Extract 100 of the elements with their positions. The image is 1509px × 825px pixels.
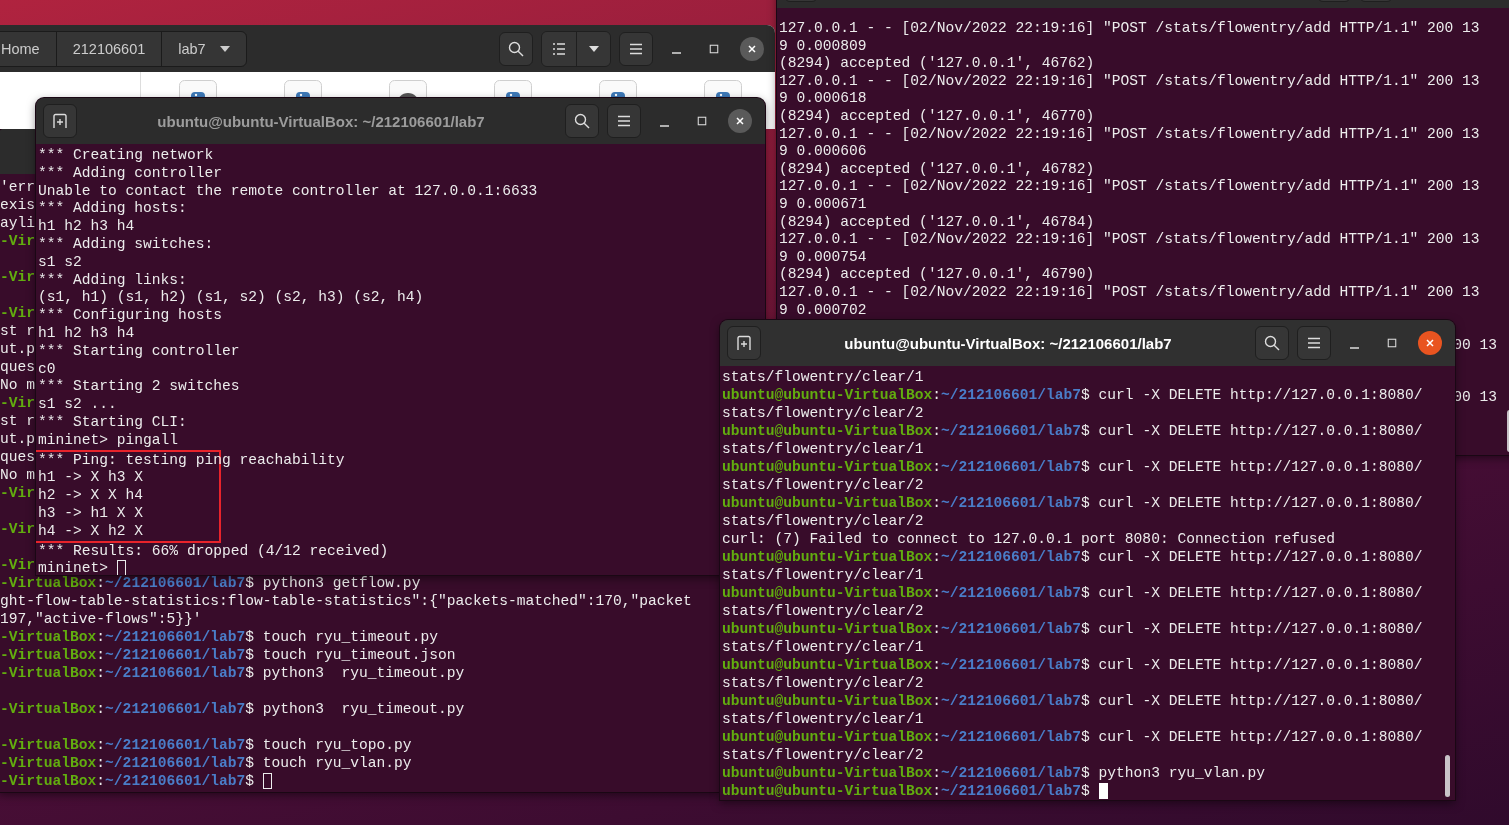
- prompt-line: -Vir: [0, 485, 36, 501]
- python-file-icon[interactable]: [704, 80, 742, 98]
- terminal-line: stats/flowentry/clear/2: [722, 405, 924, 421]
- terminal-line: Unable to contact the remote controller at 127.0.0.1:6633: [38, 182, 538, 199]
- terminal-line: 'err: [0, 179, 36, 195]
- terminal-line: st r: [0, 413, 36, 429]
- python-file-icon[interactable]: [494, 80, 532, 98]
- terminal-line: (s1, h1) (s1, h2) (s1, s2) (s2, h3) (s2, h4): [38, 289, 424, 306]
- search-icon: [574, 113, 590, 129]
- scrollbar-thumb[interactable]: [1445, 755, 1450, 797]
- menu-icon: [1306, 335, 1322, 351]
- terminal-line: h1 -> X h3 X: [38, 469, 144, 486]
- prompt-line: -VirtualBox:~/212106601/lab7$ python3 ryu_timeout.py: [0, 665, 465, 681]
- terminal-line: 127.0.0.1 - - [02/Nov/2022 22:19:16] "POST /stats/flowentry/add HTTP/1.1" 200 13: [779, 125, 1480, 142]
- terminal-line: h3 -> h1 X X: [38, 504, 144, 521]
- terminal-line: st r: [0, 323, 36, 339]
- python-file-icon[interactable]: [599, 80, 637, 98]
- terminal-line: h1 h2 h3 h4: [38, 324, 135, 341]
- terminal-line: 197,"active-flows":5}}': [0, 611, 202, 627]
- search-icon: [508, 40, 524, 57]
- terminal-line: mininet>: [38, 560, 109, 575]
- terminal-line: mininet> pingall: [38, 431, 179, 448]
- prompt-line: -VirtualBox:~/212106601/lab7$ touch ryu_timeout.json: [0, 647, 456, 663]
- terminal-line: c0: [38, 360, 56, 377]
- terminal-line: 9 0.000809: [779, 37, 867, 54]
- terminal-line: 9 0.000702: [779, 301, 867, 318]
- prompt-line: ubuntu@ubuntu-VirtualBox:~/212106601/lab7$ curl -X DELETE http://127.0.0.1:8080/: [722, 495, 1423, 511]
- terminal-line: s1 s2: [38, 253, 82, 270]
- terminal-line: *** Configuring hosts: [38, 307, 222, 324]
- prompt-line: -Vir: [0, 305, 36, 321]
- view-button[interactable]: [542, 31, 576, 66]
- prompt-line: -VirtualBox:~/212106601/lab7$ touch ryu_topo.py: [0, 737, 412, 753]
- terminal-line: (8294) accepted ('127.0.0.1', 46770): [779, 107, 1095, 124]
- terminal-line: ayli: [0, 215, 36, 231]
- prompt-line: ubuntu@ubuntu-VirtualBox:~/212106601/lab7$ curl -X DELETE http://127.0.0.1:8080/: [722, 693, 1423, 709]
- prompt-line: -Vir: [0, 557, 36, 573]
- terminal-line: (8294) accepted ('127.0.0.1', 46790): [779, 266, 1095, 283]
- terminal-line: 127.0.0.1 - - [02/Nov/2022 22:19:16] "POST /stats/flowentry/add HTTP/1.1" 200 13: [779, 72, 1480, 89]
- prompt-line: -Vir: [0, 395, 36, 411]
- prompt-line: -VirtualBox:~/212106601/lab7$ python3 ryu_timeout.py: [0, 701, 465, 717]
- terminal-line: 9 0.000754: [779, 248, 867, 265]
- terminal-line: *** Adding switches:: [38, 236, 214, 252]
- terminal-line: *** Adding hosts:: [38, 200, 187, 217]
- terminal-line: *** Adding controller: [38, 164, 222, 181]
- maximize-icon: [696, 115, 708, 127]
- search-icon: [1264, 335, 1280, 351]
- terminal-line: stats/flowentry/clear/2: [722, 513, 924, 529]
- prompt-line: ubuntu@ubuntu-VirtualBox:~/212106601/lab7$ curl -X DELETE http://127.0.0.1:8080/: [722, 657, 1423, 673]
- prompt-line: ubuntu@ubuntu-VirtualBox:~/212106601/lab7$ curl -X DELETE http://127.0.0.1:8080/: [722, 423, 1423, 439]
- caret-icon: [219, 45, 230, 52]
- terminal-line: h2 -> X X h4: [38, 487, 144, 504]
- close-icon: [1424, 337, 1436, 349]
- terminal-line: 9 0.000671: [779, 195, 867, 212]
- window-title: ubuntu@ubuntu-VirtualBox: ~/212106601/lab7: [843, 334, 1173, 352]
- terminal-line: *** Starting 2 switches: [38, 378, 240, 395]
- terminal-line: *** Starting CLI:: [38, 413, 187, 430]
- prompt-line: ubuntu@ubuntu-VirtualBox:~/212106601/lab7$ curl -X DELETE http://127.0.0.1:8080/: [722, 621, 1423, 637]
- close-icon: [734, 115, 746, 127]
- path-button[interactable]: 212106601: [56, 31, 163, 66]
- maximize-icon: [708, 42, 720, 55]
- minimize-icon: [659, 124, 669, 127]
- terminal-line: *** Creating network: [38, 147, 214, 163]
- terminal-line: (8294) accepted ('127.0.0.1', 46782): [779, 160, 1095, 177]
- terminal-line: (8294) accepted ('127.0.0.1', 46762): [779, 55, 1095, 72]
- terminal-line: *** Adding links:: [38, 271, 187, 288]
- prompt-line: ubuntu@ubuntu-VirtualBox:~/212106601/lab7$ curl -X DELETE http://127.0.0.1:8080/: [722, 585, 1423, 601]
- window-title: ubuntu@ubuntu-VirtualBox: ~/212106601/lab7: [156, 112, 486, 130]
- terminal-line: ut.p: [0, 341, 36, 357]
- new-tab-icon: [52, 113, 68, 129]
- prompt-line: ubuntu@ubuntu-VirtualBox:~/212106601/lab7$ python3 ryu_vlan.py: [722, 765, 1265, 781]
- terminal-line: stats/flowentry/clear/1: [722, 639, 924, 655]
- minimize-icon: [1349, 346, 1359, 349]
- view-options-button[interactable]: [576, 31, 610, 66]
- python-file-icon[interactable]: [284, 80, 322, 98]
- terminal-line: ght-flow-table-statistics:flow-table-statistics":{"packets-matched":170,"packet: [0, 593, 692, 609]
- terminal-line: ut.p: [0, 431, 36, 447]
- terminal-line: ques: [0, 449, 36, 465]
- file-icon[interactable]: [389, 80, 427, 98]
- close-button[interactable]: [1418, 331, 1442, 355]
- path-button[interactable]: Home: [0, 31, 57, 66]
- terminal-line: (8294) accepted ('127.0.0.1', 46784): [779, 213, 1095, 230]
- path-button[interactable]: lab7: [162, 31, 246, 66]
- terminal-line: 127.0.0.1 - - [02/Nov/2022 22:19:16] "POST /stats/flowentry/add HTTP/1.1" 200 13: [779, 20, 1480, 36]
- terminal-line: 9 0.000618: [779, 90, 867, 107]
- prompt-line: -VirtualBox:~/212106601/lab7$ touch ryu_vlan.py: [0, 755, 412, 771]
- terminal-line: h1 h2 h3 h4: [38, 218, 135, 235]
- prompt-line: ubuntu@ubuntu-VirtualBox:~/212106601/lab7$ curl -X DELETE http://127.0.0.1:8080/: [722, 387, 1423, 403]
- terminal-line: stats/flowentry/clear/2: [722, 747, 924, 763]
- python-file-icon[interactable]: [179, 80, 217, 98]
- close-button[interactable]: [728, 109, 752, 133]
- close-button[interactable]: [740, 36, 764, 61]
- terminal-line: 9 0.000606: [779, 143, 867, 160]
- terminal-line: stats/flowentry/clear/2: [722, 477, 924, 493]
- menu-icon: [616, 113, 632, 129]
- terminal-line: stats/flowentry/clear/1: [722, 567, 924, 583]
- minimize-icon: [671, 52, 681, 54]
- terminal-line: *** Starting controller: [38, 342, 240, 359]
- terminal-line: ques: [0, 359, 36, 375]
- prompt-line: -VirtualBox:~/212106601/lab7$: [0, 773, 254, 789]
- terminal-line: stats/flowentry/clear/1: [722, 441, 924, 457]
